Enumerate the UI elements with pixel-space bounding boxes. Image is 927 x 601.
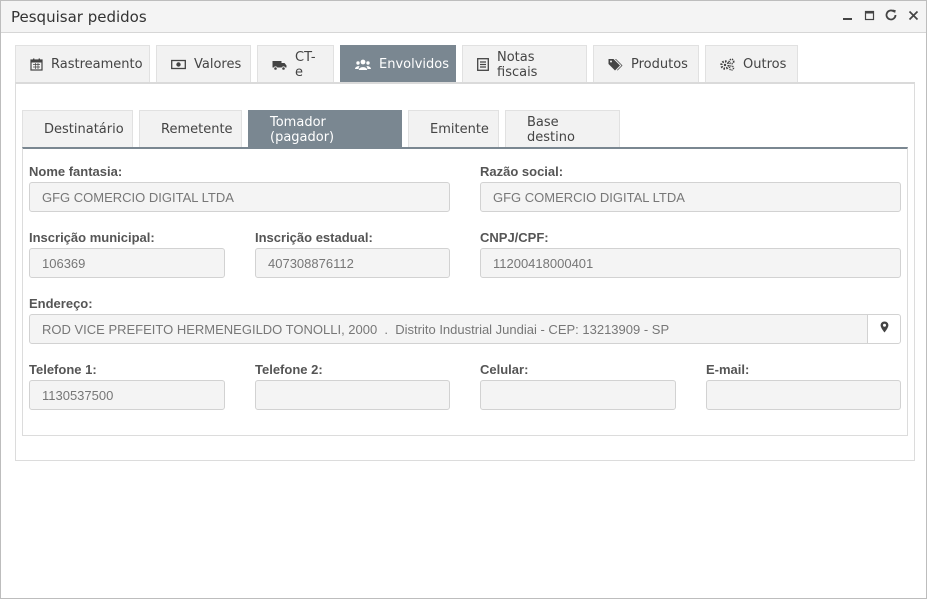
telefone2-field[interactable] — [255, 380, 450, 410]
cnpj-cpf-label: CNPJ/CPF: — [480, 230, 549, 245]
tab-ct-e[interactable]: CT-e — [257, 45, 334, 83]
tab-produtos[interactable]: Produtos — [593, 45, 699, 83]
telefone1-label: Telefone 1: — [29, 362, 97, 377]
telefone1-field[interactable] — [29, 380, 225, 410]
endereco-label: Endereço: — [29, 296, 93, 311]
razao-social-field[interactable] — [480, 182, 901, 212]
razao-social-input[interactable] — [493, 189, 888, 205]
celular-input[interactable] — [493, 387, 663, 403]
inscricao-estadual-field[interactable] — [255, 248, 450, 278]
tab-notas-fiscais[interactable]: Notas fiscais — [462, 45, 587, 83]
endereco-input[interactable] — [42, 321, 855, 337]
truck-icon — [272, 59, 287, 71]
tab-label: Tomador (pagador) — [270, 114, 335, 145]
close-icon[interactable] — [906, 7, 920, 23]
calendar-icon — [30, 58, 43, 71]
map-marker-icon — [880, 320, 889, 338]
tab-remetente[interactable]: Remetente — [139, 110, 242, 148]
tab-label: Base destino — [527, 114, 575, 145]
inscricao-estadual-label: Inscrição estadual: — [255, 230, 373, 245]
tab-destinatario[interactable]: Destinatário — [22, 110, 133, 148]
window-titlebar: Pesquisar pedidos — [1, 1, 926, 33]
telefone2-input[interactable] — [268, 387, 437, 403]
inscricao-municipal-input[interactable] — [42, 255, 212, 271]
tab-label: Produtos — [631, 57, 688, 72]
tab-label: Valores — [194, 57, 242, 72]
tomador-form: Nome fantasia: Razão social: Inscrição m… — [22, 147, 908, 436]
email-input[interactable] — [719, 387, 888, 403]
cogs-icon — [720, 58, 735, 71]
tab-label: Destinatário — [44, 122, 124, 137]
window-controls — [840, 7, 920, 23]
tab-outros[interactable]: Outros — [705, 45, 798, 83]
tab-rastreamento[interactable]: Rastreamento — [15, 45, 150, 83]
list-icon — [477, 58, 489, 71]
outer-tab-bar: Rastreamento Valores CT-e Envolvidos Not… — [15, 45, 804, 83]
endereco-field[interactable] — [29, 314, 868, 344]
telefone2-label: Telefone 2: — [255, 362, 323, 377]
tags-icon — [608, 58, 623, 71]
tab-label: Rastreamento — [51, 57, 143, 72]
map-marker-button[interactable] — [867, 314, 901, 344]
tab-label: Outros — [743, 57, 787, 72]
tab-label: Emitente — [430, 122, 489, 137]
telefone1-input[interactable] — [42, 387, 212, 403]
refresh-icon[interactable] — [884, 7, 898, 23]
tab-label: Envolvidos — [379, 57, 449, 72]
tab-label: Notas fiscais — [497, 49, 538, 80]
money-icon — [171, 59, 186, 70]
razao-social-label: Razão social: — [480, 164, 564, 179]
nome-fantasia-input[interactable] — [42, 189, 437, 205]
inscricao-municipal-field[interactable] — [29, 248, 225, 278]
tab-envolvidos[interactable]: Envolvidos — [340, 45, 456, 83]
celular-field[interactable] — [480, 380, 676, 410]
email-label: E-mail: — [706, 362, 750, 377]
tab-label: Remetente — [161, 122, 233, 137]
envolvidos-tab-content: Destinatário Remetente Tomador (pagador)… — [15, 82, 915, 461]
tab-label: CT-e — [295, 49, 316, 80]
window-title: Pesquisar pedidos — [11, 8, 147, 26]
email-field[interactable] — [706, 380, 901, 410]
cnpj-cpf-field[interactable] — [480, 248, 901, 278]
users-icon — [355, 59, 371, 71]
nome-fantasia-field[interactable] — [29, 182, 450, 212]
celular-label: Celular: — [480, 362, 529, 377]
maximize-icon[interactable] — [862, 7, 876, 23]
tab-emitente[interactable]: Emitente — [408, 110, 499, 148]
order-details-panel: Rastreamento Valores CT-e Envolvidos Not… — [15, 45, 915, 461]
minimize-icon[interactable] — [840, 7, 854, 23]
inscricao-municipal-label: Inscrição municipal: — [29, 230, 155, 245]
inscricao-estadual-input[interactable] — [268, 255, 437, 271]
nome-fantasia-label: Nome fantasia: — [29, 164, 123, 179]
tab-valores[interactable]: Valores — [156, 45, 251, 83]
tab-base-destino[interactable]: Base destino — [505, 110, 620, 148]
cnpj-cpf-input[interactable] — [493, 255, 888, 271]
inner-tab-bar: Destinatário Remetente Tomador (pagador)… — [22, 110, 626, 148]
tab-tomador-pagador[interactable]: Tomador (pagador) — [248, 110, 402, 148]
pesquisar-pedidos-window: Pesquisar pedidos Rastreamento Valores C… — [0, 0, 927, 599]
